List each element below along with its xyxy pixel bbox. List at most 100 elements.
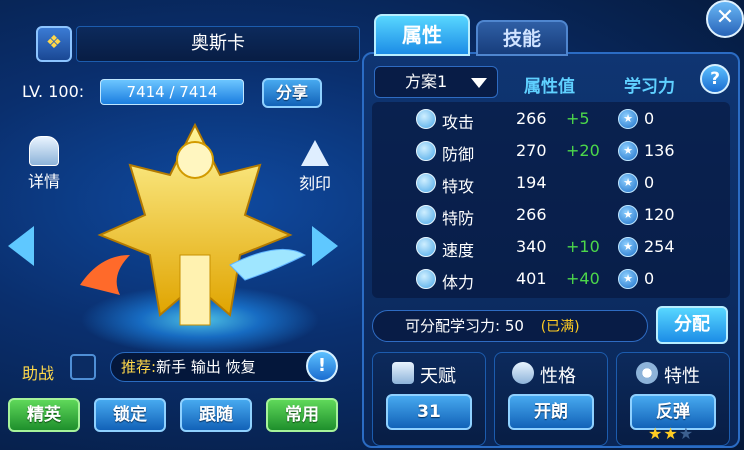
- talent-label: 天赋: [420, 366, 456, 387]
- lock-label: 锁定: [113, 405, 147, 425]
- stat-value: 340: [516, 237, 547, 256]
- learning-star-icon: ★: [618, 269, 638, 289]
- tab-skills-label: 技能: [502, 28, 541, 50]
- talent-value-button[interactable]: 31: [386, 394, 472, 430]
- star-icon: ★: [678, 424, 695, 443]
- pet-badge-icon[interactable]: ❖: [36, 26, 72, 62]
- recommend-values: 新手 输出 恢复: [156, 358, 256, 376]
- next-arrow-icon[interactable]: [312, 226, 338, 266]
- trait-value: 反弹: [656, 402, 690, 422]
- trait-stars: ★★★: [648, 424, 694, 443]
- lock-button[interactable]: 锁定: [94, 398, 166, 432]
- stat-learning: 254: [644, 237, 675, 256]
- stat-row: 体力 401 +40 ★ 0: [410, 264, 722, 294]
- stat-learning: 0: [644, 269, 655, 288]
- allocate-button-label: 分配: [674, 314, 710, 335]
- sp-defense-icon: [416, 205, 436, 225]
- share-button[interactable]: 分享: [262, 78, 322, 108]
- elite-label: 精英: [27, 405, 61, 425]
- stat-label: 特防: [442, 209, 475, 228]
- sp-attack-icon: [416, 173, 436, 193]
- detail-button[interactable]: 详情: [20, 136, 68, 192]
- stat-bonus: +5: [566, 109, 590, 128]
- stat-bonus: +10: [566, 237, 600, 256]
- elite-button[interactable]: 精英: [8, 398, 80, 432]
- stat-row: 特攻 194 ★ 0: [410, 168, 722, 198]
- col-learning-header: 学习力: [624, 77, 675, 97]
- stat-learning: 136: [644, 141, 675, 160]
- attack-icon: [416, 109, 436, 129]
- learning-star-icon: ★: [618, 173, 638, 193]
- star-icon: ★: [663, 424, 679, 443]
- stat-learning: 0: [644, 109, 655, 128]
- defense-icon: [416, 141, 436, 161]
- imprint-label: 刻印: [298, 174, 331, 193]
- stat-row: 防御 270 +20 ★ 136: [410, 136, 722, 166]
- nature-icon: [512, 362, 534, 384]
- pet-name-bar: 奥斯卡: [76, 26, 360, 62]
- stat-value: 194: [516, 173, 547, 192]
- stat-learning: 120: [644, 205, 675, 224]
- col-value-header: 属性值: [524, 77, 575, 97]
- speed-icon: [416, 237, 436, 257]
- tab-attributes[interactable]: 属性: [374, 14, 470, 56]
- learning-star-icon: ★: [618, 237, 638, 257]
- stat-row: 特防 266 ★ 120: [410, 200, 722, 230]
- stat-value: 266: [516, 205, 547, 224]
- prev-arrow-icon[interactable]: [8, 226, 34, 266]
- allocate-label: 可分配学习力: 50: [405, 317, 524, 335]
- stat-bonus: +20: [566, 141, 600, 160]
- learning-star-icon: ★: [618, 205, 638, 225]
- stat-label: 攻击: [442, 113, 475, 132]
- stat-row: 攻击 266 +5 ★ 0: [410, 104, 722, 134]
- stat-label: 防御: [442, 145, 475, 164]
- stat-value: 266: [516, 109, 547, 128]
- recommend-info-icon[interactable]: !: [306, 350, 338, 382]
- allocate-button[interactable]: 分配: [656, 306, 728, 344]
- learning-star-icon: ★: [618, 141, 638, 161]
- pet-name: 奥斯卡: [191, 33, 245, 54]
- allocate-full: (已满): [540, 319, 580, 335]
- star-icon: ★: [648, 424, 664, 443]
- stat-row: 速度 340 +10 ★ 254: [410, 232, 722, 262]
- assist-label: 助战: [22, 364, 55, 383]
- imprint-button[interactable]: 刻印: [290, 140, 340, 194]
- share-label: 分享: [275, 83, 308, 102]
- pet-info-screen: ❖ 奥斯卡 LV. 100: 7414 / 7414 分享 详情 刻印 助战 推…: [0, 0, 744, 450]
- level-label: LV. 100:: [22, 82, 85, 101]
- nature-value-button[interactable]: 开朗: [508, 394, 594, 430]
- nature-value: 开朗: [534, 402, 568, 422]
- trait-label: 特性: [664, 366, 700, 387]
- stat-value: 401: [516, 269, 547, 288]
- tab-attributes-label: 属性: [402, 23, 442, 47]
- plan-value: 方案1: [405, 72, 448, 91]
- stat-label: 特攻: [442, 177, 475, 196]
- stat-label: 体力: [442, 273, 475, 292]
- talent-value: 31: [417, 402, 441, 422]
- imprint-icon: [301, 140, 329, 166]
- exp-bar: 7414 / 7414: [100, 79, 244, 105]
- stat-value: 270: [516, 141, 547, 160]
- follow-button[interactable]: 跟随: [180, 398, 252, 432]
- stat-bonus: +40: [566, 269, 600, 288]
- help-icon[interactable]: ?: [700, 64, 730, 94]
- stat-learning: 0: [644, 173, 655, 192]
- chevron-down-icon: [471, 78, 487, 88]
- close-icon[interactable]: ✕: [706, 0, 744, 38]
- detail-icon: [29, 136, 59, 166]
- common-label: 常用: [285, 405, 319, 425]
- plan-dropdown[interactable]: 方案1: [374, 66, 498, 98]
- nature-label: 性格: [540, 366, 576, 387]
- tab-skills[interactable]: 技能: [476, 20, 568, 56]
- talent-icon: [392, 362, 414, 384]
- learning-star-icon: ★: [618, 109, 638, 129]
- recommend-label: 推荐:: [121, 358, 157, 376]
- recommend-bar: 推荐:新手 输出 恢复: [110, 352, 328, 382]
- assist-checkbox[interactable]: [70, 354, 96, 380]
- allocate-bar: 可分配学习力: 50 (已满): [372, 310, 648, 342]
- trait-icon: [636, 362, 658, 384]
- follow-label: 跟随: [199, 405, 233, 425]
- stat-label: 速度: [442, 241, 475, 260]
- hp-icon: [416, 269, 436, 289]
- common-button[interactable]: 常用: [266, 398, 338, 432]
